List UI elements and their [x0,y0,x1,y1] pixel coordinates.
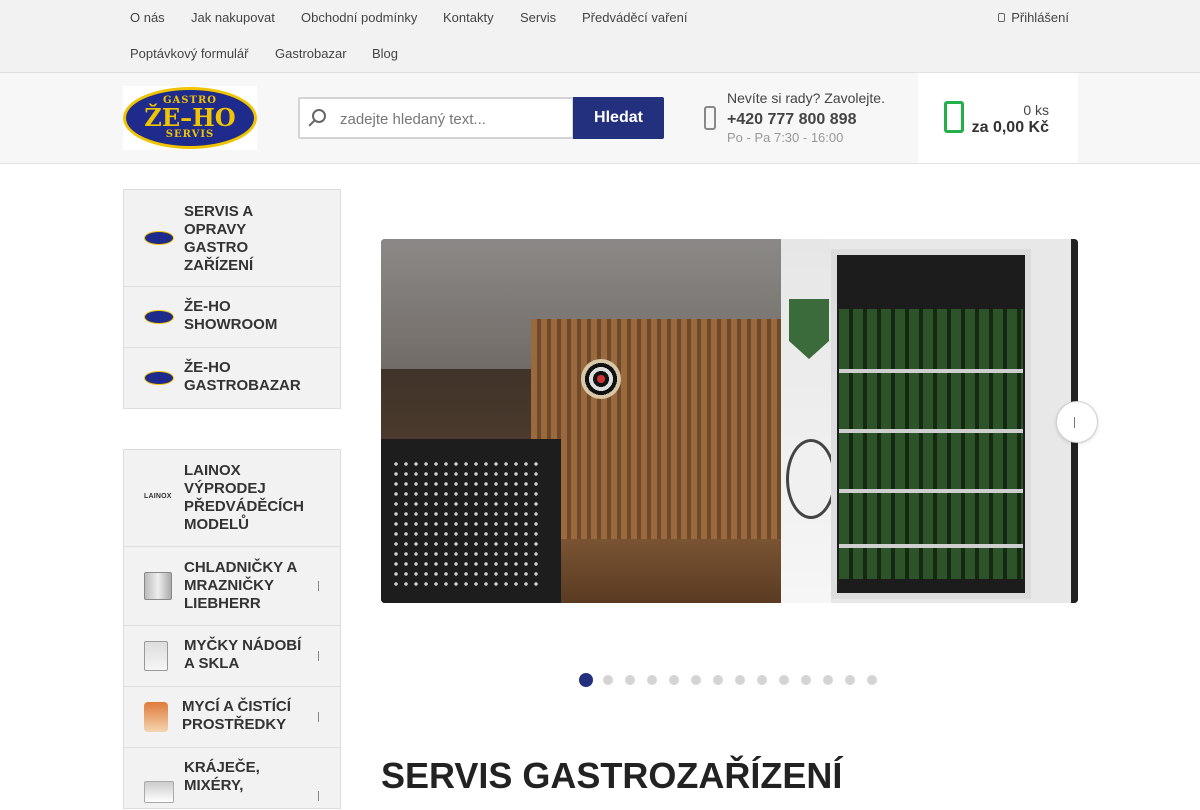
slider-dot[interactable] [603,675,613,685]
nav-link-jak-nakupovat[interactable]: Jak nakupovat [191,10,275,25]
chevron-right-icon [318,581,324,591]
category-label: LAINOX VÝPRODEJ PŘEDVÁDĚCÍCH MODELŮ [184,462,305,533]
fridge-icon [144,572,174,600]
phone-icon [704,106,716,130]
page-title: SERVIS GASTROZAŘÍZENÍ [381,755,843,796]
nav-link-obchodni-podminky[interactable]: Obchodní podmínky [301,10,417,25]
zeho-logo-icon [144,310,174,324]
category-myci-prostredky[interactable]: MYCÍ A ČISTÍCÍ PROSTŘEDKY [124,687,340,748]
search-icon [312,109,326,123]
search-button[interactable]: Hledat [573,97,664,139]
lainox-logo-icon: LAINOX [144,493,172,500]
cart-count: 0 ks [1023,102,1049,118]
chevron-right-icon [1074,416,1080,428]
sidebar-item-label: SERVIS A OPRAVY GASTRO ZAŘÍZENÍ [184,203,254,274]
slider-dot[interactable] [801,675,811,685]
category-label: CHLADNIČKY A MRAZNIČKY LIEBHERR [184,559,297,612]
nav-link-poptavkovy-formular[interactable]: Poptávkový formulář [130,46,249,61]
category-lainox[interactable]: LAINOX LAINOX VÝPRODEJ PŘEDVÁDĚCÍCH MODE… [124,450,340,547]
slider-dot[interactable] [779,675,789,685]
slider-pagination [579,673,889,687]
nav-link-gastrobazar[interactable]: Gastrobazar [275,46,347,61]
category-krajece[interactable]: KRÁJEČE, MIXÉRY, [124,748,340,810]
zeho-logo-icon [144,231,174,245]
nav-link-servis[interactable]: Servis [520,10,556,25]
login-label: Přihlášení [1011,10,1069,25]
slider-dot[interactable] [867,675,877,685]
nav-link-kontakty[interactable]: Kontakty [443,10,494,25]
sidebar-item-label: ŽE-HO SHOWROOM [184,298,278,333]
slider-dot[interactable] [669,675,679,685]
dartboard-image [581,359,621,399]
slider-dot[interactable] [845,675,855,685]
slider-dot[interactable] [579,673,593,687]
nav-link-predvadeci-vareni[interactable]: Předváděcí vaření [582,10,688,25]
slider-next-button[interactable] [1056,401,1098,443]
header: GASTRO ŽE–HO SERVIS Hledat Nevíte si rad… [0,73,1200,164]
zeho-logo-icon [144,371,174,385]
sidebar-item-label: ŽE-HO GASTROBAZAR [184,359,301,394]
sidebar-item-showroom[interactable]: ŽE-HO SHOWROOM [124,287,340,348]
slider-dot[interactable] [625,675,635,685]
slider-dot[interactable] [735,675,745,685]
dishwasher-icon [144,641,174,671]
search-field [298,97,574,139]
fridge-image [781,239,1071,603]
category-chladnicky[interactable]: CHLADNIČKY A MRAZNIČKY LIEBHERR [124,547,340,626]
cart-widget[interactable]: 0 ks za 0,00 Kč [918,73,1078,163]
help-phone-number[interactable]: +420 777 800 898 [727,111,856,129]
chevron-right-icon [318,712,324,722]
slider-dot[interactable] [713,675,723,685]
top-bar: O nás Jak nakupovat Obchodní podmínky Ko… [0,0,1200,73]
cart-icon [944,101,964,133]
nav-link-o-nas[interactable]: O nás [130,10,165,25]
search-form: Hledat [298,97,664,139]
sidebar-item-gastrobazar[interactable]: ŽE-HO GASTROBAZAR [124,348,340,408]
slider-dot[interactable] [757,675,767,685]
slider-dot[interactable] [823,675,833,685]
sidebar-categories: LAINOX LAINOX VÝPRODEJ PŘEDVÁDĚCÍCH MODE… [123,449,341,809]
logo-text-bottom: SERVIS [165,129,215,140]
login-link[interactable]: Přihlášení [998,10,1069,25]
lock-icon [998,13,1006,22]
category-label: MYCÍ A ČISTÍCÍ PROSTŘEDKY [182,698,291,733]
chevron-right-icon [318,651,324,661]
nav-link-blog[interactable]: Blog [372,46,398,61]
hero-slider-image[interactable] [381,239,1078,603]
cart-total: za 0,00 Kč [971,119,1049,136]
slider-dot[interactable] [647,675,657,685]
logo-text-main: ŽE–HO [144,103,236,132]
logo-badge: GASTRO ŽE–HO SERVIS [123,87,257,149]
help-hours: Po - Pa 7:30 - 16:00 [727,130,844,145]
category-label: KRÁJEČE, MIXÉRY, [184,759,260,794]
search-input[interactable] [340,108,565,130]
category-label: MYČKY NÁDOBÍ A SKLA [184,637,302,672]
cleaning-products-icon [144,702,174,732]
help-title: Nevíte si rady? Zavolejte. [727,90,885,106]
sidebar-featured: SERVIS A OPRAVY GASTRO ZAŘÍZENÍ ŽE-HO SH… [123,189,341,409]
slider-dot[interactable] [691,675,701,685]
sidebar-item-servis[interactable]: SERVIS A OPRAVY GASTRO ZAŘÍZENÍ [124,190,340,287]
category-mycky[interactable]: MYČKY NÁDOBÍ A SKLA [124,626,340,687]
site-logo[interactable]: GASTRO ŽE–HO SERVIS [123,86,257,150]
